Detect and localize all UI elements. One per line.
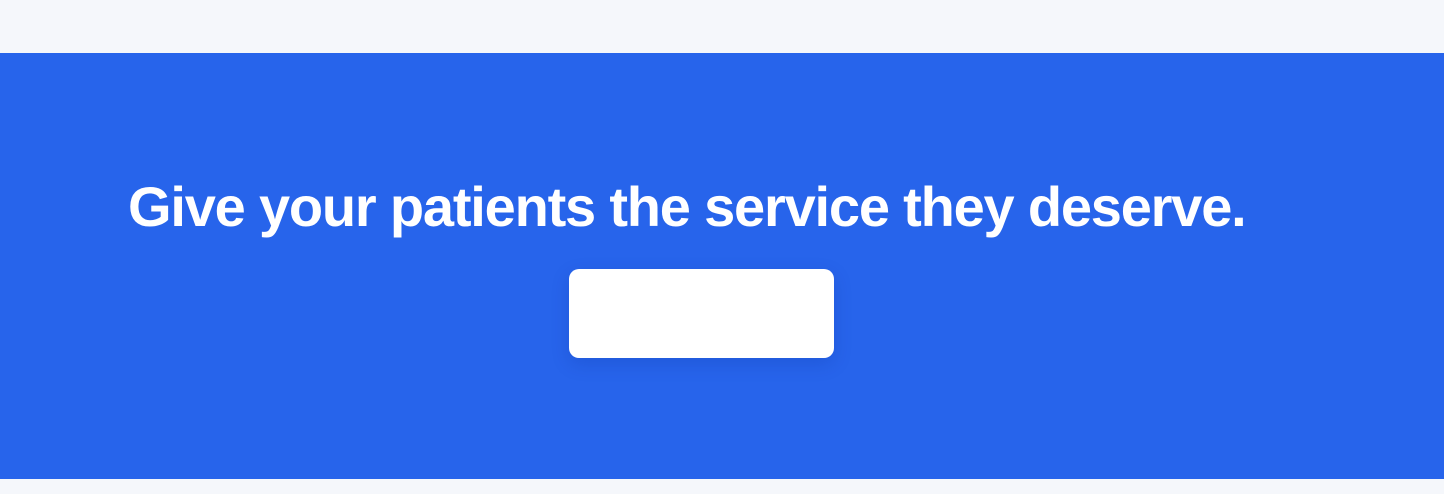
- cta-headline: Give your patients the service they dese…: [128, 175, 1247, 238]
- top-page-strip: [0, 0, 1444, 53]
- bottom-page-strip: [0, 479, 1444, 494]
- cta-banner: [0, 53, 1444, 479]
- cta-button[interactable]: [569, 269, 834, 358]
